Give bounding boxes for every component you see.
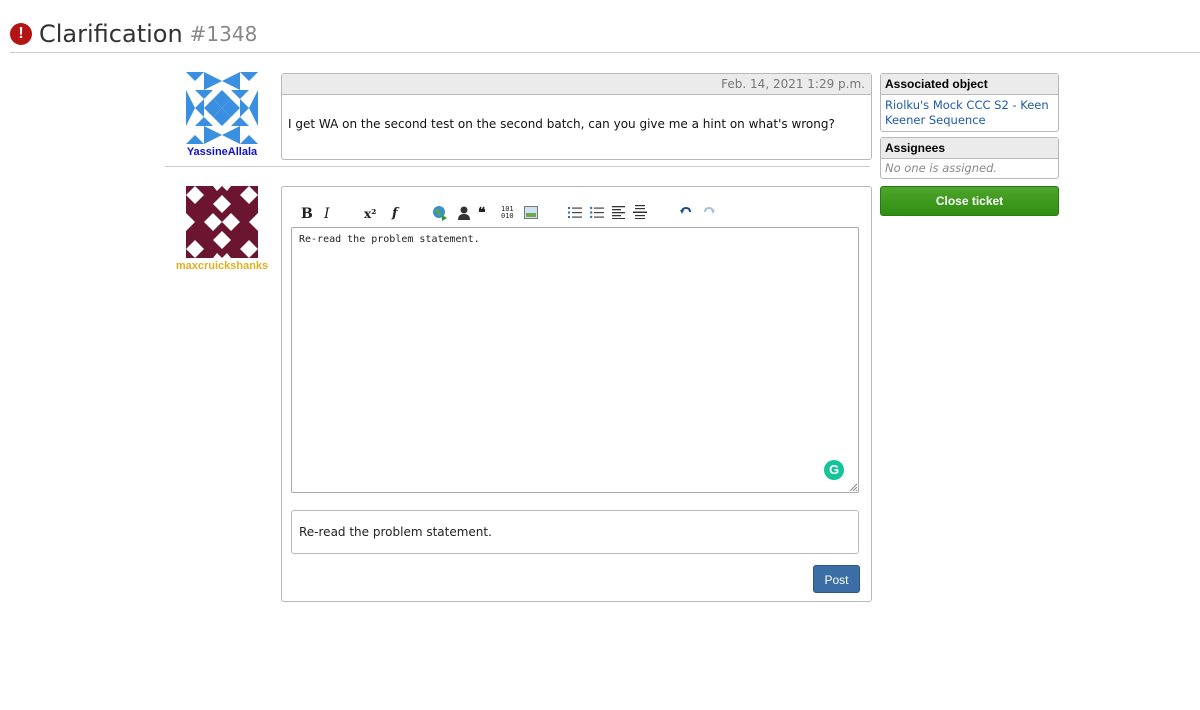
ordered-list-button[interactable]: [568, 206, 582, 224]
exclamation-icon: !: [10, 23, 32, 45]
superscript-button[interactable]: x²: [364, 205, 376, 223]
grammarly-icon[interactable]: G: [824, 460, 844, 480]
quote-icon: ❝: [478, 205, 486, 221]
close-ticket-button[interactable]: Close ticket: [880, 186, 1059, 216]
assignees-empty-text: No one is assigned.: [885, 161, 998, 175]
globe-link-icon: [433, 206, 447, 221]
message-timestamp: Feb. 14, 2021 1:29 p.m.: [282, 74, 871, 95]
page-header: ! Clarification #1348: [10, 18, 257, 50]
user-button[interactable]: [457, 205, 471, 223]
message-card: Feb. 14, 2021 1:29 p.m. I get WA on the …: [281, 73, 872, 160]
reply-textarea[interactable]: Re-read the problem statement. G: [291, 227, 859, 493]
assignees-panel: Assignees No one is assigned.: [880, 137, 1059, 179]
ticket-number: #1348: [189, 22, 258, 46]
bullet-list-icon: [590, 206, 604, 219]
page-title: Clarification: [39, 20, 183, 48]
horizontal-rule-button[interactable]: [633, 205, 647, 223]
bold-button[interactable]: B: [301, 205, 313, 223]
ordered-list-icon: [568, 207, 582, 218]
author-name[interactable]: YassineAllala: [167, 146, 277, 158]
post-button[interactable]: Post: [813, 565, 860, 593]
reply-author-name[interactable]: maxcruickshanks: [167, 260, 277, 272]
textarea-value: Re-read the problem statement.: [299, 234, 480, 245]
reply-preview: Re-read the problem statement.: [291, 510, 859, 554]
associated-object-link[interactable]: Riolku's Mock CCC S2 - Keen Keener Seque…: [881, 95, 1058, 131]
resize-handle-icon[interactable]: [849, 483, 857, 491]
undo-button[interactable]: [680, 206, 692, 224]
redo-button[interactable]: [703, 206, 715, 224]
message-divider: [165, 166, 870, 167]
function-button[interactable]: f: [392, 205, 398, 223]
horizontal-rule-icon: [633, 205, 647, 219]
align-left-icon: [612, 206, 625, 219]
associated-object-panel: Associated object Riolku's Mock CCC S2 -…: [880, 73, 1059, 132]
align-button[interactable]: [612, 206, 625, 224]
quote-button[interactable]: ❝: [478, 204, 486, 222]
redo-icon: [704, 206, 715, 214]
avatar-yassineallala[interactable]: [186, 72, 258, 144]
associated-object-heading: Associated object: [881, 74, 1058, 95]
image-icon: [524, 206, 538, 219]
image-button[interactable]: [524, 206, 538, 224]
link-button[interactable]: [432, 205, 448, 223]
undo-icon: [680, 206, 691, 214]
header-divider: [10, 52, 1200, 53]
code-button[interactable]: 101 010: [501, 206, 514, 224]
bullet-list-button[interactable]: [590, 206, 604, 224]
italic-button[interactable]: I: [324, 205, 330, 223]
avatar-maxcruickshanks[interactable]: [186, 186, 258, 258]
message-body: I get WA on the second test on the secon…: [288, 117, 835, 131]
user-icon: [458, 206, 470, 220]
reply-editor: B I x² f ❝ 101 010 Re-read the problem s…: [281, 186, 872, 602]
assignees-heading: Assignees: [881, 138, 1058, 159]
